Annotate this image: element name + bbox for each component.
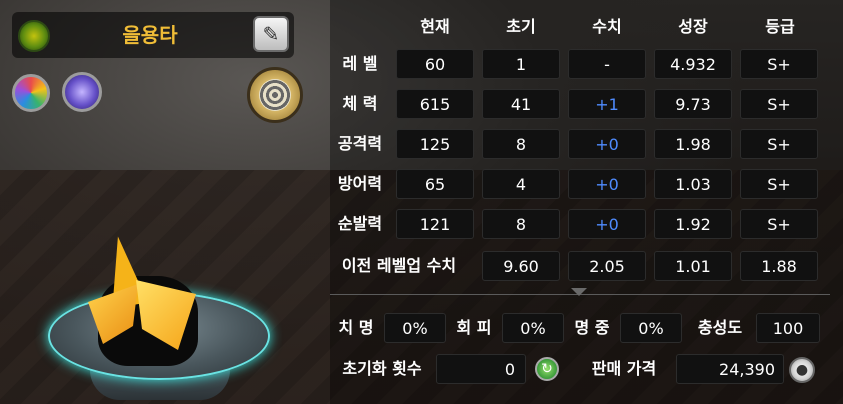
level-grade: S+ [740,49,818,79]
hit-label: 명 중 [574,318,610,337]
header-growth: 성장 [678,17,708,36]
level-initial: 1 [482,49,560,79]
agility-current: 121 [396,209,474,239]
attack-value: +0 [568,129,646,159]
loyalty-value: 100 [756,313,820,343]
divider-arrow [571,288,587,296]
defense-growth: 1.03 [654,169,732,199]
medal-icon[interactable] [247,67,303,123]
loyalty-label: 충성도 [697,318,743,337]
header-current: 현재 [420,17,450,36]
hp-initial: 41 [482,89,560,119]
hp-growth: 9.73 [654,89,732,119]
row-label-attack: 공격력 [337,134,383,153]
defense-grade: S+ [740,169,818,199]
level-current: 60 [396,49,474,79]
row-label-level: 레 벨 [342,54,378,73]
attack-current: 125 [396,129,474,159]
agility-value: +0 [568,209,646,239]
attack-grade: S+ [740,129,818,159]
defense-initial: 4 [482,169,560,199]
character-name: 을용타 [122,23,178,47]
row-label-hp: 체 력 [342,94,378,113]
attack-initial: 8 [482,129,560,159]
agility-growth: 1.92 [654,209,732,239]
defense-current: 65 [396,169,474,199]
hit-value: 0% [620,313,682,343]
crit-value: 0% [384,313,446,343]
agility-initial: 8 [482,209,560,239]
crit-label: 치 명 [338,318,374,337]
hp-value: +1 [568,89,646,119]
levelup-defense: 1.01 [654,251,732,281]
levelup-agility: 1.88 [740,251,818,281]
levelup-hp: 9.60 [482,251,560,281]
header-initial: 초기 [506,17,536,36]
edit-name-button[interactable]: ✎ [253,16,289,52]
hp-grade: S+ [740,89,818,119]
level-growth: 4.932 [654,49,732,79]
sell-price-value: 24,390 [676,354,784,384]
evade-value: 0% [502,313,564,343]
pencil-icon: ✎ [262,22,280,46]
row-label-levelup: 이전 레벨업 수치 [341,256,457,275]
header-value: 수치 [592,17,622,36]
monster-sprite [88,233,208,366]
attack-growth: 1.98 [654,129,732,159]
reset-count-value: 0 [436,354,526,384]
defense-value: +0 [568,169,646,199]
hp-current: 615 [396,89,474,119]
sell-price-label: 판매 가격 [591,359,657,378]
row-label-defense: 방어력 [337,174,383,193]
refresh-icon[interactable]: ↻ [535,357,559,381]
purple-orb-icon[interactable] [62,72,102,112]
evade-label: 회 피 [456,318,492,337]
header-grade: 등급 [765,17,795,36]
agility-grade: S+ [740,209,818,239]
coin-icon[interactable]: ● [789,357,815,383]
level-value: - [568,49,646,79]
row-label-agility: 순발력 [337,214,383,233]
leaf-icon [18,20,50,52]
rainbow-orb-icon[interactable] [12,74,50,112]
levelup-attack: 2.05 [568,251,646,281]
reset-count-label: 초기화 횟수 [342,359,422,378]
